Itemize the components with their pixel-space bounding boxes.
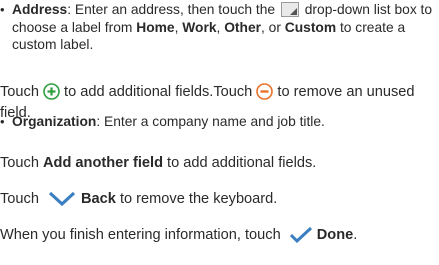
add-remove-paragraph: Touch to add additional fields.Touch to … — [0, 82, 415, 121]
help-page: • Address: Enter an address, then touch … — [0, 0, 439, 265]
checkmark-icon — [289, 226, 313, 243]
chevron-down-icon — [47, 189, 77, 207]
minus-icon — [256, 82, 274, 100]
back-label: Back — [81, 191, 116, 207]
label-custom: Custom — [284, 19, 337, 35]
add-another-paragraph: Touch Add another field to add additiona… — [0, 155, 317, 171]
address-label: Address — [12, 2, 68, 17]
label-other: Other — [224, 19, 261, 35]
plus-icon — [43, 82, 60, 100]
done-label: Done — [316, 227, 354, 243]
dropdown-icon — [280, 1, 299, 17]
add-another-field-label: Add another field — [43, 155, 163, 171]
back-paragraph: Touch Back to remove the keyboard. — [0, 189, 278, 207]
done-paragraph: When you finish entering information, to… — [0, 226, 358, 243]
label-home: Home — [136, 19, 175, 35]
label-work: Work — [182, 19, 217, 35]
address-bullet: • Address: Enter an address, then touch … — [0, 1, 433, 52]
bullet-marker: • — [0, 2, 5, 17]
